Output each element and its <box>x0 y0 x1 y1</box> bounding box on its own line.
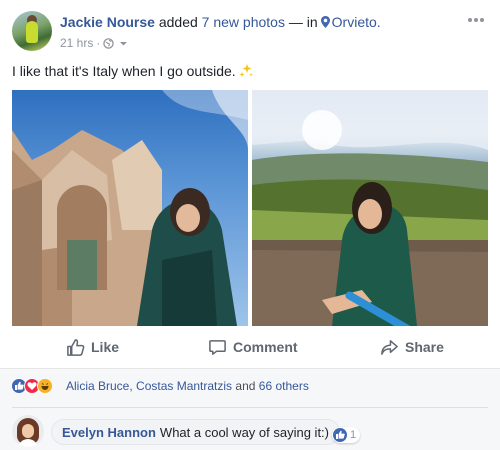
reactor-names[interactable]: Alicia Bruce, Costas Mantratzis <box>66 379 232 393</box>
avatar-face <box>22 424 34 438</box>
comment-like-number: 1 <box>350 429 357 441</box>
social-section: Alicia Bruce, Costas Mantratzis and 66 o… <box>0 368 500 450</box>
comment-like-count[interactable]: 1 <box>332 427 361 443</box>
map-pin-icon <box>320 16 330 28</box>
post-actions-bar: Like Comment Share <box>12 332 488 362</box>
reactor-conjunction: and <box>235 379 256 393</box>
comment-label: Comment <box>233 339 298 355</box>
globe-icon <box>103 37 115 49</box>
comment-like-icon <box>333 428 347 442</box>
author-name-link[interactable]: Jackie Nourse <box>60 14 155 30</box>
share-label: Share <box>405 339 444 355</box>
photo-landscape-art <box>252 90 488 326</box>
reaction-icons[interactable] <box>11 378 53 394</box>
share-button[interactable]: Share <box>380 332 444 362</box>
photos-link[interactable]: 7 new photos <box>202 14 285 30</box>
more-options-icon[interactable] <box>466 13 486 27</box>
like-label: Like <box>91 339 120 355</box>
commenter-avatar[interactable] <box>12 415 44 447</box>
avatar-figure <box>26 21 38 43</box>
photo-cathedral-art <box>12 90 248 326</box>
chevron-down-icon[interactable] <box>119 39 128 48</box>
post-header: Jackie Nourse added 7 new photos — in Orv… <box>12 11 488 53</box>
location-link[interactable]: Orvieto. <box>332 14 381 30</box>
sparkles-icon <box>239 64 253 77</box>
author-avatar[interactable] <box>12 11 52 51</box>
comment-button[interactable]: Comment <box>208 332 298 362</box>
action-suffix: — in <box>288 14 318 30</box>
comment-bubble: Evelyn Hannon What a cool way of saying … <box>51 419 340 445</box>
post-headline: Jackie Nourse added 7 new photos — in Orv… <box>60 14 381 30</box>
post-text-content: I like that it's Italy when I go outside… <box>12 63 236 79</box>
reactor-others[interactable]: 66 others <box>259 379 309 393</box>
comment-icon <box>209 339 226 355</box>
meta-separator: · <box>96 36 101 50</box>
haha-reaction-icon <box>37 378 53 394</box>
commenter-name-link[interactable]: Evelyn Hannon <box>62 425 156 440</box>
post-meta: 21 hrs · <box>60 36 128 50</box>
reactors-summary[interactable]: Alicia Bruce, Costas Mantratzis and 66 o… <box>66 379 309 393</box>
photo-landscape-selfie[interactable] <box>252 90 488 326</box>
action-prefix: added <box>158 14 198 30</box>
comment-text: What a cool way of saying it:) <box>159 424 329 440</box>
photo-cathedral-selfie[interactable] <box>12 90 248 326</box>
thumbs-up-icon <box>67 338 85 356</box>
post-text: I like that it's Italy when I go outside… <box>12 63 254 79</box>
post-timestamp[interactable]: 21 hrs <box>60 36 93 50</box>
like-button[interactable]: Like <box>66 332 119 362</box>
share-icon <box>381 339 398 355</box>
social-divider <box>12 407 488 408</box>
